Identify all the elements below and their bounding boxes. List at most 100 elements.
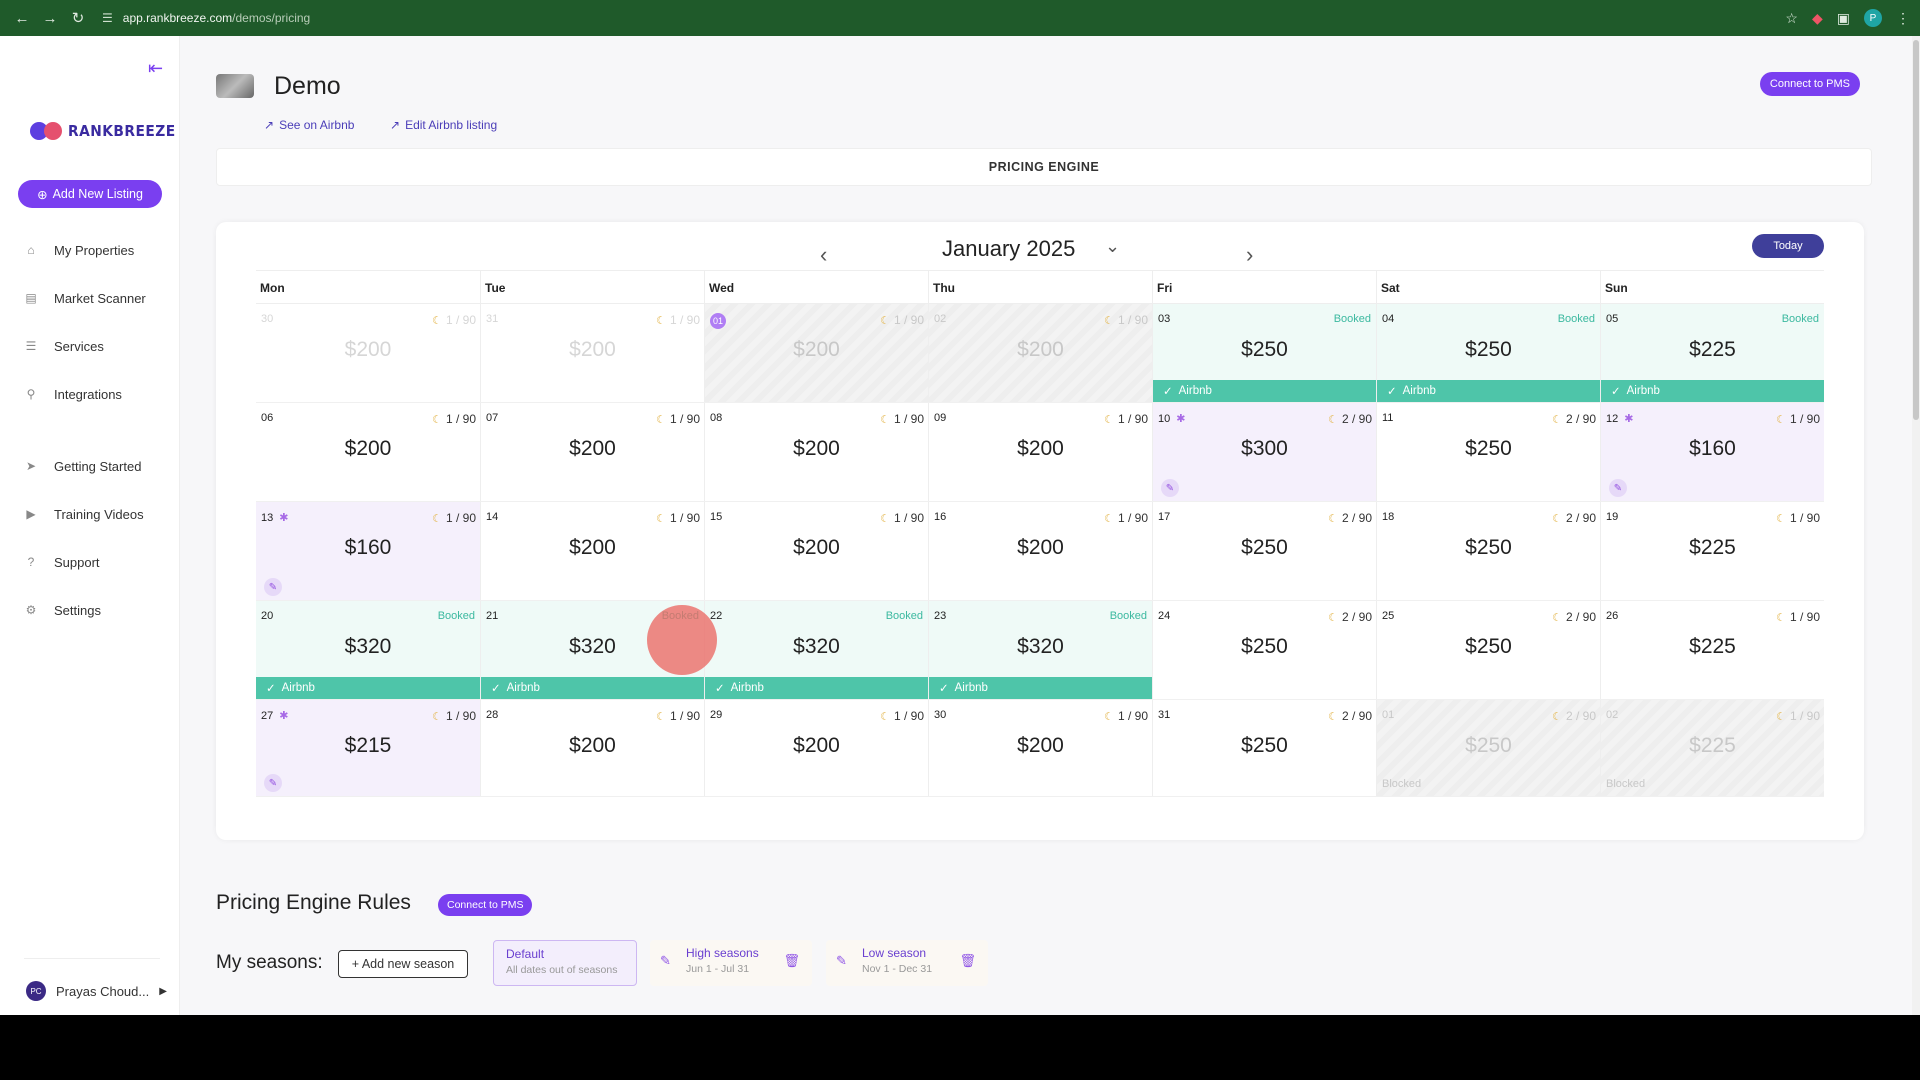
calendar-day-cell[interactable]: 31 ☾ 1 / 90 $200 — [480, 304, 704, 402]
sidebar-item-settings[interactable]: ⚙ Settings — [24, 586, 146, 634]
calendar-day-cell[interactable]: 01 ☾ 2 / 90 $250 Blocked — [1376, 700, 1600, 796]
next-month-icon[interactable]: › — [1246, 242, 1253, 268]
calendar-day-cell[interactable]: 02 ☾ 1 / 90 $225 Blocked — [1600, 700, 1824, 796]
airbnb-booking-bar[interactable]: ✓ Airbnb — [1153, 380, 1376, 402]
custom-price-icon[interactable]: ✎ — [264, 774, 282, 792]
calendar-day-cell[interactable]: 18 ☾ 2 / 90 $250 — [1376, 502, 1600, 600]
calendar-day-cell[interactable]: 07 ☾ 1 / 90 $200 — [480, 403, 704, 501]
browser-menu-icon[interactable]: ⋮ — [1896, 10, 1910, 27]
forward-icon[interactable]: → — [38, 6, 62, 30]
calendar-day-cell[interactable]: 03 Booked $250 ✓ Airbnb — [1152, 304, 1376, 402]
calendar-day-cell[interactable]: 25 ☾ 2 / 90 $250 — [1376, 601, 1600, 699]
calendar-day-cell[interactable]: 04 Booked $250 ✓ Airbnb — [1376, 304, 1600, 402]
calendar-day-cell[interactable]: 06 ☾ 1 / 90 $200 — [256, 403, 480, 501]
day-number: 02 — [934, 313, 946, 325]
calendar-day-cell[interactable]: 26 ☾ 1 / 90 $225 — [1600, 601, 1824, 699]
calendar-day-cell[interactable]: 16 ☾ 1 / 90 $200 — [928, 502, 1152, 600]
calendar-day-cell[interactable]: 08 ☾ 1 / 90 $200 — [704, 403, 928, 501]
bookmark-star-icon[interactable]: ☆ — [1785, 10, 1798, 27]
airbnb-booking-bar[interactable]: ✓ Airbnb — [256, 677, 480, 699]
calendar-day-cell[interactable]: 28 ☾ 1 / 90 $200 — [480, 700, 704, 796]
today-button[interactable]: Today — [1752, 234, 1824, 258]
sidebar-item-services[interactable]: ☰ Services — [24, 322, 146, 370]
calendar-day-cell[interactable]: 29 ☾ 1 / 90 $200 — [704, 700, 928, 796]
edit-icon[interactable]: ✎ — [660, 953, 671, 969]
rocket-icon: ➤ — [25, 459, 37, 473]
edit-airbnb-listing-link[interactable]: ↗ Edit Airbnb listing — [390, 118, 497, 132]
site-info-icon[interactable]: ☰ — [102, 11, 113, 25]
day-number: 15 — [710, 511, 722, 523]
calendar-day-cell[interactable]: 05 Booked $225 ✓ Airbnb — [1600, 304, 1824, 402]
calendar-day-cell[interactable]: 20 Booked $320 ✓ Airbnb — [256, 601, 480, 699]
calendar-day-cell[interactable]: 13 ✱ ☾ 1 / 90 $160 ✎ — [256, 502, 480, 600]
user-menu[interactable]: PC Prayas Choud... ▶ — [26, 981, 167, 1001]
calendar-day-cell[interactable]: 12 ✱ ☾ 1 / 90 $160 ✎ — [1600, 403, 1824, 501]
sidebar-item-integrations[interactable]: ⚲ Integrations — [24, 370, 146, 418]
calendar-day-cell[interactable]: 02 ☾ 1 / 90 $200 — [928, 304, 1152, 402]
add-season-button[interactable]: + Add new season — [338, 950, 468, 978]
calendar-day-cell[interactable]: 11 ☾ 2 / 90 $250 — [1376, 403, 1600, 501]
season-low[interactable]: ✎ Low season Nov 1 - Dec 31 🗑 — [826, 940, 988, 986]
moon-icon: ☾ — [1328, 611, 1338, 624]
airbnb-booking-bar[interactable]: ✓ Airbnb — [929, 677, 1152, 699]
calendar-day-cell[interactable]: 23 Booked $320 ✓ Airbnb — [928, 601, 1152, 699]
moon-icon: ☾ — [1552, 413, 1562, 426]
chevron-down-icon[interactable]: ⌄ — [1105, 236, 1120, 257]
airbnb-booking-bar[interactable]: ✓ Airbnb — [1377, 380, 1600, 402]
brand-logo[interactable]: RANKBREEZE — [30, 120, 185, 142]
calendar-day-cell[interactable]: 14 ☾ 1 / 90 $200 — [480, 502, 704, 600]
sidebar-item-getting-started[interactable]: ➤ Getting Started — [24, 442, 146, 490]
calendar-day-cell[interactable]: 01 ☾ 1 / 90 $200 — [704, 304, 928, 402]
calendar-day-cell[interactable]: 22 Booked $320 ✓ Airbnb — [704, 601, 928, 699]
calendar-day-cell[interactable]: 24 ☾ 2 / 90 $250 — [1152, 601, 1376, 699]
sidebar-item-market-scanner[interactable]: ▤ Market Scanner — [24, 274, 145, 322]
min-nights: ☾ 1 / 90 — [1104, 313, 1148, 327]
month-label: January 2025 — [942, 236, 1076, 261]
sidebar-item-my-properties[interactable]: ⌂ My Properties — [24, 226, 146, 274]
back-icon[interactable]: ← — [10, 6, 34, 30]
calendar-day-cell[interactable]: 31 ☾ 2 / 90 $250 — [1152, 700, 1376, 796]
season-default[interactable]: Default All dates out of seasons — [493, 940, 637, 986]
extension-icon[interactable]: ◆ — [1812, 10, 1823, 27]
airbnb-booking-bar[interactable]: ✓ Airbnb — [1601, 380, 1824, 402]
edit-icon[interactable]: ✎ — [836, 953, 847, 969]
calendar-day-cell[interactable]: 09 ☾ 1 / 90 $200 — [928, 403, 1152, 501]
calendar-day-cell[interactable]: 30 ☾ 1 / 90 $200 — [256, 304, 480, 402]
prev-month-icon[interactable]: ‹ — [820, 242, 827, 268]
add-new-listing-button[interactable]: ⊕ Add New Listing — [18, 180, 162, 208]
airbnb-booking-bar[interactable]: ✓ Airbnb — [481, 677, 704, 699]
calendar-day-cell[interactable]: 27 ✱ ☾ 1 / 90 $215 ✎ — [256, 700, 480, 796]
custom-price-icon[interactable]: ✎ — [264, 578, 282, 596]
sidebar-item-support[interactable]: ? Support — [24, 538, 146, 586]
extensions-puzzle-icon[interactable]: ▣ — [1837, 10, 1850, 27]
video-icon: ▶ — [26, 507, 36, 521]
scrollbar[interactable] — [1912, 36, 1920, 1015]
calendar-day-cell[interactable]: 17 ☾ 2 / 90 $250 — [1152, 502, 1376, 600]
custom-price-icon[interactable]: ✎ — [1609, 479, 1627, 497]
delete-icon[interactable]: 🗑 — [783, 953, 800, 969]
url-domain: app.rankbreeze.com — [122, 11, 233, 25]
booking-source-label: Airbnb — [1626, 385, 1660, 397]
season-high[interactable]: ✎ High seasons Jun 1 - Jul 31 🗑 — [650, 940, 812, 986]
collapse-sidebar-icon[interactable]: ⇤ — [148, 58, 163, 79]
custom-price-icon[interactable]: ✎ — [1161, 479, 1179, 497]
scrollbar-thumb[interactable] — [1913, 40, 1919, 420]
moon-icon: ☾ — [432, 314, 442, 327]
airbnb-booking-bar[interactable]: ✓ Airbnb — [705, 677, 928, 699]
reload-icon[interactable]: ↻ — [66, 6, 90, 30]
calendar-day-cell[interactable]: 10 ✱ ☾ 2 / 90 $300 ✎ — [1152, 403, 1376, 501]
min-nights-value: 1 / 90 — [445, 412, 476, 426]
delete-icon[interactable]: 🗑 — [959, 953, 976, 969]
profile-avatar[interactable]: P — [1864, 9, 1882, 27]
connect-to-pms-button[interactable]: Connect to PMS — [1759, 72, 1860, 96]
see-on-airbnb-link[interactable]: ↗ See on Airbnb — [264, 118, 354, 132]
connect-to-pms-button[interactable]: Connect to PMS — [438, 894, 533, 916]
sidebar-item-training-videos[interactable]: ▶ Training Videos — [24, 490, 146, 538]
min-nights-value: 1 / 90 — [445, 709, 476, 723]
tab-pricing-engine[interactable]: PRICING ENGINE — [216, 148, 1872, 186]
min-nights-value: 2 / 90 — [1341, 412, 1372, 426]
calendar-day-cell[interactable]: 15 ☾ 1 / 90 $200 — [704, 502, 928, 600]
calendar-day-cell[interactable]: 30 ☾ 1 / 90 $200 — [928, 700, 1152, 796]
address-bar[interactable]: ☰ app.rankbreeze.com/demos/pricing — [102, 11, 310, 25]
calendar-day-cell[interactable]: 19 ☾ 1 / 90 $225 — [1600, 502, 1824, 600]
